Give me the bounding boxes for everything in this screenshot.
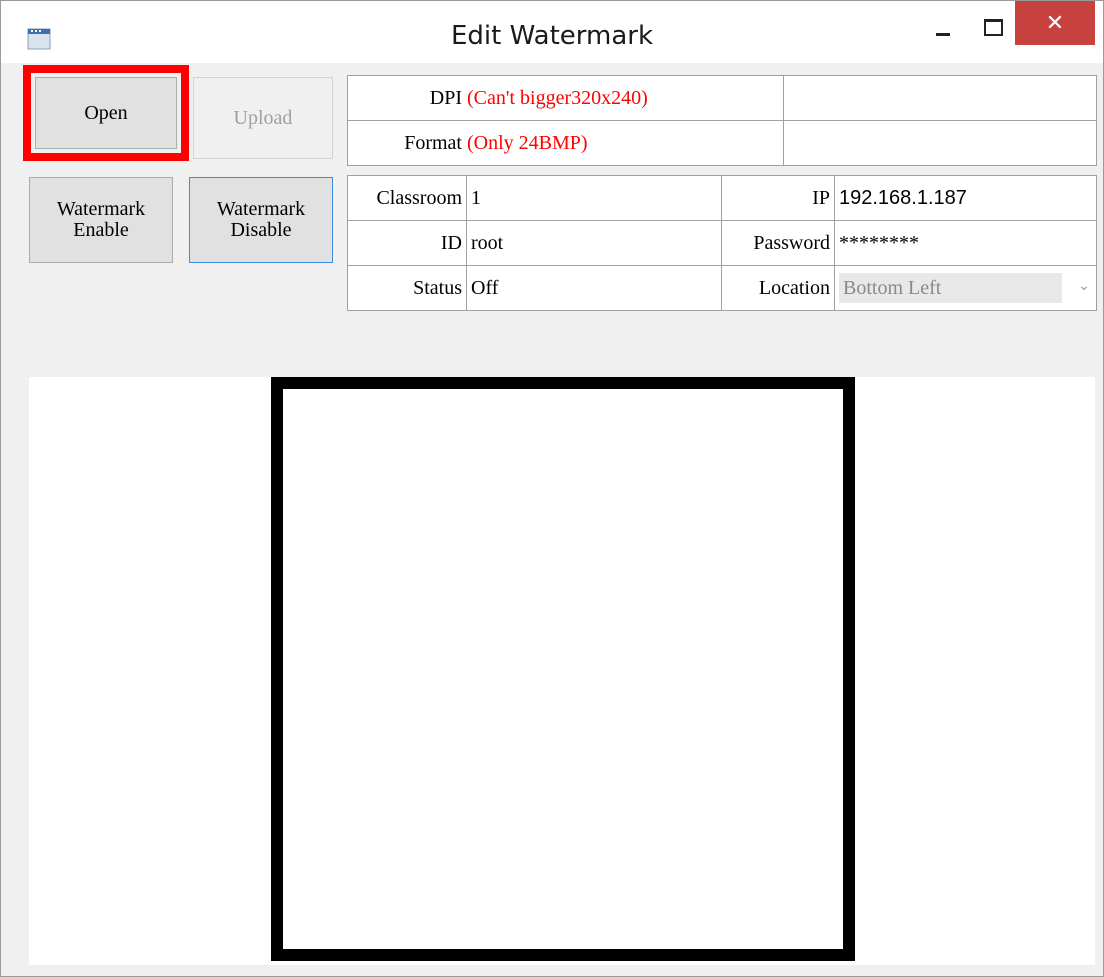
dpi-value (783, 75, 1097, 121)
watermark-preview-area (29, 377, 1095, 965)
watermark-preview-image (271, 377, 855, 961)
dpi-label: DPI (429, 86, 462, 109)
edit-watermark-window: Edit Watermark ✕ Open Upload Watermark E… (0, 0, 1104, 977)
password-label: Password (721, 220, 835, 266)
close-button[interactable]: ✕ (1015, 1, 1095, 45)
watermark-disable-button[interactable]: Watermark Disable (189, 177, 333, 263)
close-icon: ✕ (1045, 10, 1065, 36)
dpi-note: (Can't bigger320x240) (467, 86, 648, 109)
location-select-box[interactable]: Bottom Left (839, 273, 1062, 303)
password-field[interactable]: ******** (834, 220, 1097, 266)
id-label: ID (347, 220, 467, 266)
id-field[interactable]: root (466, 220, 722, 266)
format-value (783, 120, 1097, 166)
ip-label: IP (721, 175, 835, 221)
chevron-down-icon[interactable]: ⌄ (1078, 278, 1090, 294)
location-dropdown[interactable]: Bottom Left ⌄ (834, 265, 1097, 311)
location-selected-value: Bottom Left (843, 276, 942, 299)
status-label: Status (347, 265, 467, 311)
upload-button[interactable]: Upload (193, 77, 333, 159)
maximize-icon (983, 18, 1003, 36)
minimize-button[interactable] (921, 7, 965, 47)
classroom-label: Classroom (347, 175, 467, 221)
dpi-cell: DPI (Can't bigger320x240) (347, 75, 784, 121)
settings-table: Classroom 1 IP 192.168.1.187 ID root Pas… (347, 175, 1097, 311)
image-info-table: DPI (Can't bigger320x240) Format (Only 2… (347, 75, 1097, 166)
format-label: Format (404, 131, 462, 154)
minimize-icon (936, 32, 950, 36)
location-label: Location (721, 265, 835, 311)
maximize-button[interactable] (971, 7, 1015, 47)
status-value: Off (466, 265, 722, 311)
watermark-enable-button[interactable]: Watermark Enable (29, 177, 173, 263)
title-bar: Edit Watermark ✕ (1, 1, 1103, 63)
classroom-field[interactable]: 1 (466, 175, 722, 221)
open-button[interactable]: Open (35, 77, 177, 149)
format-cell: Format (Only 24BMP) (347, 120, 784, 166)
format-note: (Only 24BMP) (467, 131, 588, 154)
ip-field[interactable]: 192.168.1.187 (834, 175, 1097, 221)
